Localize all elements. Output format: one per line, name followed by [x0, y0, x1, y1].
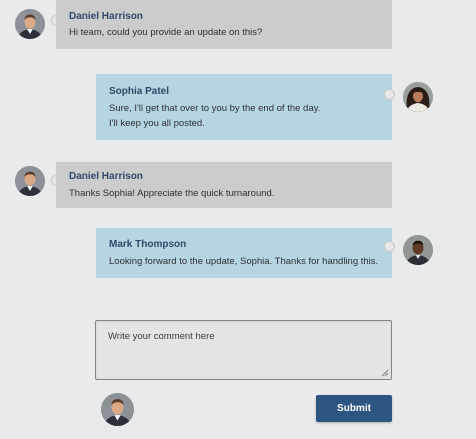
message-bubble: Daniel Harrison Hi team, could you provi… — [56, 0, 392, 49]
message-author: Daniel Harrison — [69, 171, 143, 182]
comment-input[interactable] — [96, 321, 391, 379]
message-text: I'll keep you all posted. — [109, 118, 205, 129]
message-text: Hi team, could you provide an update on … — [69, 27, 263, 38]
user-avatar-icon — [403, 235, 433, 265]
message-status-dot — [384, 89, 395, 100]
message-text: Looking forward to the update, Sophia. T… — [109, 256, 379, 267]
user-avatar-icon — [101, 393, 134, 426]
message-status-dot — [384, 241, 395, 252]
avatar-sophia-patel — [403, 82, 433, 112]
comment-composer — [95, 320, 392, 380]
message-bubble: Sophia Patel Sure, I'll get that over to… — [96, 74, 392, 140]
resize-handle-icon[interactable] — [381, 369, 389, 377]
avatar-daniel-harrison — [15, 9, 45, 39]
avatar-mark-thompson — [403, 235, 433, 265]
user-avatar-icon — [403, 82, 433, 112]
message-author: Sophia Patel — [109, 86, 170, 97]
current-user-avatar — [101, 393, 134, 426]
message-text: Thanks Sophia! Appreciate the quick turn… — [69, 188, 275, 199]
submit-button[interactable]: Submit — [316, 395, 392, 422]
message-author: Daniel Harrison — [69, 11, 143, 22]
avatar-daniel-harrison — [15, 166, 45, 196]
message-bubble: Daniel Harrison Thanks Sophia! Appreciat… — [56, 162, 392, 208]
user-avatar-icon — [15, 9, 45, 39]
message-bubble: Mark Thompson Looking forward to the upd… — [96, 228, 392, 278]
message-author: Mark Thompson — [109, 239, 187, 250]
message-text: Sure, I'll get that over to you by the e… — [109, 103, 321, 114]
user-avatar-icon — [15, 166, 45, 196]
